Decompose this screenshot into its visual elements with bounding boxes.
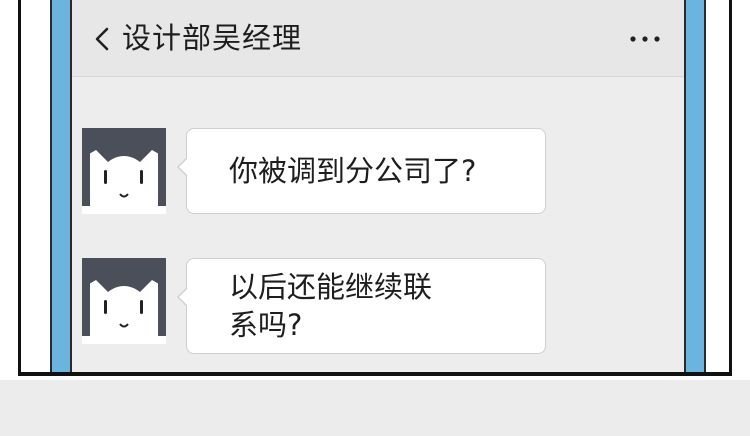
cat-avatar-icon[interactable] xyxy=(82,128,166,214)
more-dots-icon[interactable] xyxy=(628,34,662,44)
cat-avatar-icon[interactable] xyxy=(82,258,166,344)
message-bubble[interactable]: 以后还能继续联系吗? xyxy=(177,258,546,354)
chat-title: 设计部吴经理 xyxy=(122,21,303,55)
message-text: 以后还能继续联系吗? xyxy=(229,270,433,342)
chat-header: 设计部吴经理 xyxy=(72,0,684,77)
message-bubble[interactable]: 你被调到分公司了? xyxy=(177,128,546,214)
bubble-tail-inner xyxy=(179,288,188,306)
bubble-tail-inner xyxy=(179,158,188,176)
comic-panel-border-bottom xyxy=(18,372,732,376)
chevron-left-icon[interactable] xyxy=(92,26,112,52)
comic-panel-border-right xyxy=(729,0,732,376)
comic-panel-border-left xyxy=(18,0,21,376)
phone-bezel-left xyxy=(50,0,72,372)
phone-bezel-right xyxy=(684,0,706,372)
chat-screen: 设计部吴经理 你被调到分公司了? 以后还能继续联系吗? xyxy=(72,0,684,372)
page-bottom-strip xyxy=(0,380,750,436)
message-text: 你被调到分公司了? xyxy=(229,154,477,188)
